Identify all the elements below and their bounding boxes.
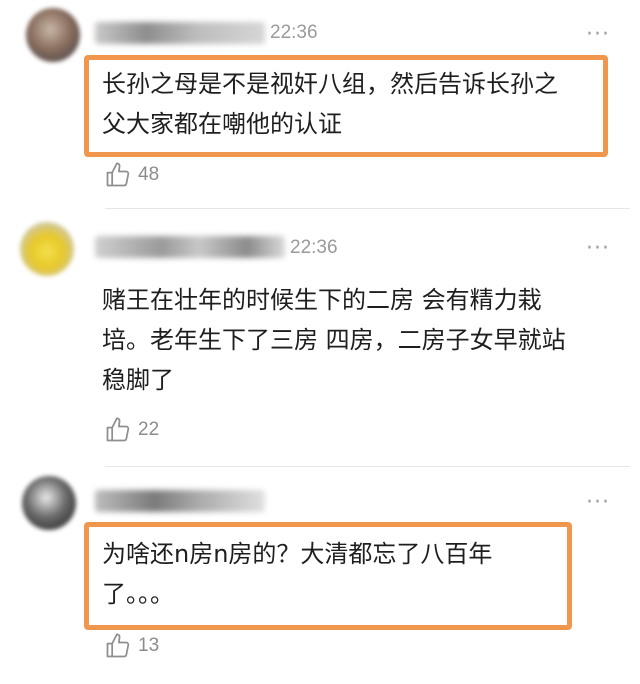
comment-text-line: 培。老年生下了三房 四房，二房子女早就站 [102, 326, 566, 354]
divider [105, 208, 630, 209]
thumbs-up-icon [106, 417, 130, 442]
comment-item: 22:36 ··· 赌王在壮年的时候生下的二房 会有精力栽 培。老年生下了三房 … [0, 210, 640, 460]
divider [105, 466, 630, 467]
comment-time: 22:36 [290, 237, 338, 258]
avatar[interactable] [26, 8, 80, 62]
comment-text-line: 长孙之母是不是视奸八组，然后告诉长孙之 [102, 70, 558, 98]
avatar[interactable] [22, 476, 76, 530]
comment-time: 22:36 [270, 22, 318, 43]
comment-text-line: 了。。。 [102, 580, 174, 608]
comment-text-line: 为啥还n房n房的？大清都忘了八百年 [102, 540, 493, 568]
thumbs-up-icon [106, 633, 130, 658]
username-blurred[interactable] [95, 236, 285, 258]
username-blurred[interactable] [95, 490, 265, 512]
more-dots-icon[interactable]: ··· [586, 238, 610, 260]
like-button[interactable]: 48 [104, 161, 159, 189]
like-count: 22 [138, 419, 160, 440]
comment-text-line: 父大家都在嘲他的认证 [102, 110, 342, 138]
comment-item: 22:36 ··· 长孙之母是不是视奸八组，然后告诉长孙之 父大家都在嘲他的认证… [0, 0, 640, 205]
comment-item: ··· 为啥还n房n房的？大清都忘了八百年 了。。。 13 [0, 468, 640, 684]
comment-text-line: 赌王在壮年的时候生下的二房 会有精力栽 [102, 286, 542, 314]
like-button[interactable]: 13 [104, 632, 159, 660]
comment-text-line: 稳脚了 [102, 366, 174, 394]
avatar[interactable] [20, 222, 74, 276]
thumbs-up-icon [106, 162, 130, 187]
more-dots-icon[interactable]: ··· [586, 24, 610, 46]
username-blurred[interactable] [95, 22, 265, 44]
like-button[interactable]: 22 [104, 416, 159, 444]
like-count: 48 [138, 164, 160, 185]
more-dots-icon[interactable]: ··· [586, 492, 610, 514]
like-count: 13 [138, 635, 160, 656]
